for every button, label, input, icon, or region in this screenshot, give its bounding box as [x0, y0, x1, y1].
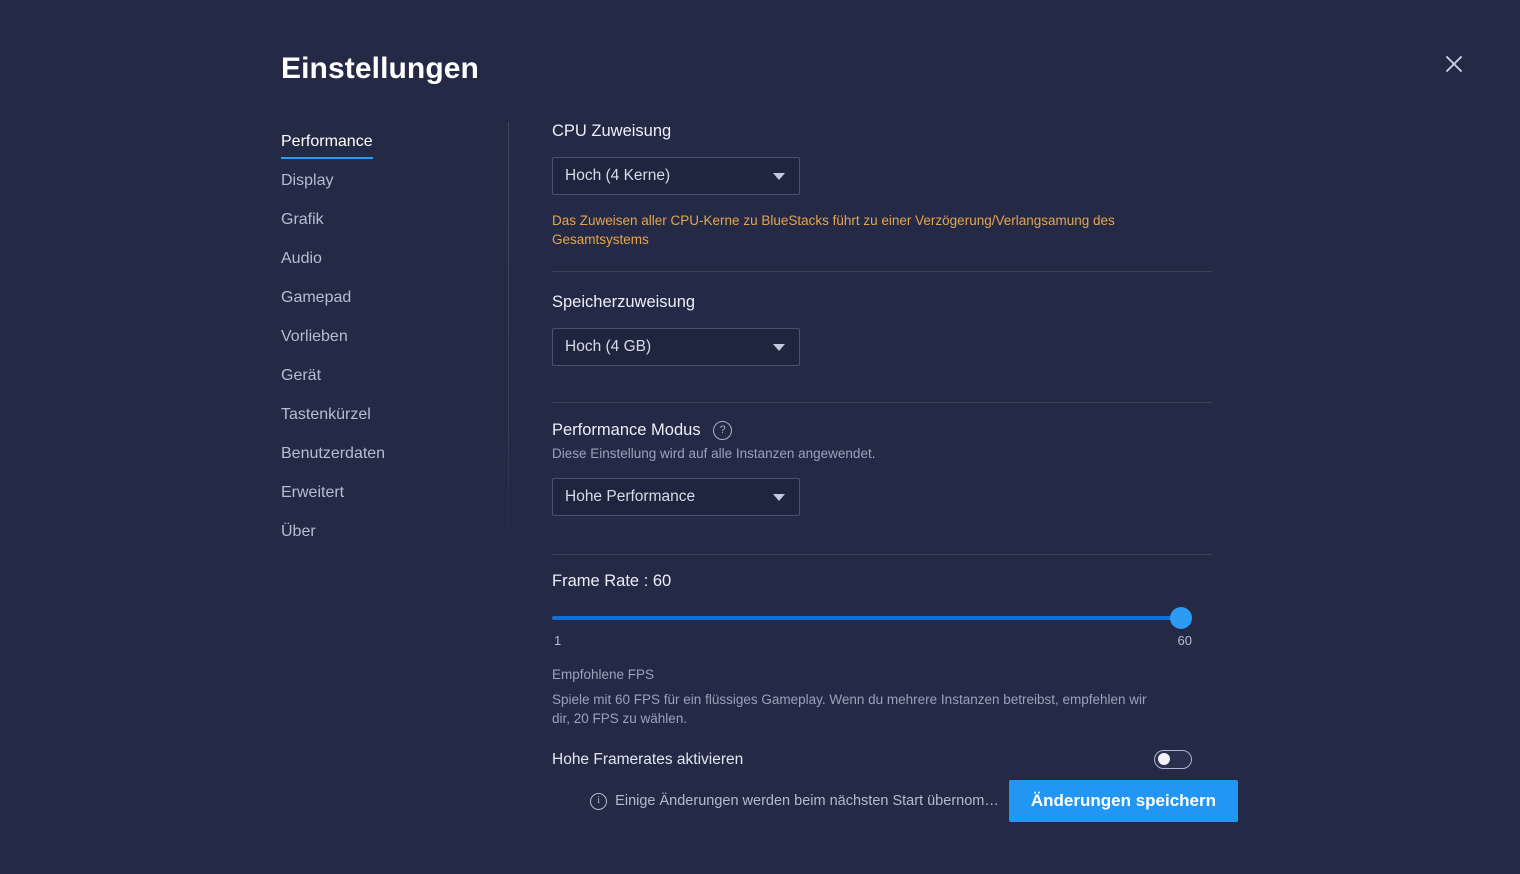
sidebar-item-geraet[interactable]: Gerät: [281, 364, 491, 403]
sidebar-item-display[interactable]: Display: [281, 169, 491, 208]
footer-note-text: Einige Änderungen werden beim nächsten S…: [615, 793, 999, 809]
footer-note: i Einige Änderungen werden beim nächsten…: [590, 792, 999, 810]
question-mark-icon[interactable]: ?: [713, 421, 733, 440]
settings-sidebar: Performance Display Grafik Audio Gamepad…: [281, 130, 491, 559]
sidebar-item-label: Erweitert: [281, 484, 345, 501]
sidebar-item-label: Tastenkürzel: [281, 406, 371, 423]
sidebar-item-label: Performance: [281, 130, 373, 159]
section-divider: [552, 554, 1212, 555]
sidebar-item-label: Grafik: [281, 211, 324, 228]
close-icon: [1446, 56, 1462, 72]
sidebar-item-performance[interactable]: Performance: [281, 130, 491, 169]
slider-fill: [552, 616, 1181, 620]
sidebar-item-grafik[interactable]: Grafik: [281, 208, 491, 247]
memory-allocation-label: Speicherzuweisung: [552, 293, 696, 311]
sidebar-item-label: Audio: [281, 250, 322, 267]
sidebar-item-ueber[interactable]: Über: [281, 520, 491, 559]
performance-mode-label-text: Performance Modus: [552, 421, 701, 439]
memory-allocation-dropdown[interactable]: Hoch (4 GB): [552, 328, 800, 366]
sidebar-item-benutzerdaten[interactable]: Benutzerdaten: [281, 442, 491, 481]
recommended-fps-title: Empfohlene FPS: [552, 667, 655, 682]
slider-min-label: 1: [554, 633, 562, 648]
sidebar-item-label: Gamepad: [281, 289, 352, 306]
sidebar-item-label: Gerät: [281, 367, 322, 384]
high-framerate-label: Hohe Framerates aktivieren: [552, 750, 744, 768]
dialog-footer: i Einige Änderungen werden beim nächsten…: [552, 780, 1238, 822]
settings-content-panel: CPU Zuweisung Hoch (4 Kerne) Das Zuweise…: [552, 122, 1212, 769]
sidebar-item-label: Über: [281, 523, 316, 540]
high-framerate-toggle[interactable]: [1154, 750, 1192, 769]
info-icon: i: [590, 792, 608, 810]
cpu-allocation-section: CPU Zuweisung Hoch (4 Kerne) Das Zuweise…: [552, 122, 1212, 249]
cpu-allocation-label: CPU Zuweisung: [552, 122, 672, 140]
sidebar-item-label: Display: [281, 172, 334, 189]
chevron-down-icon: [773, 493, 785, 501]
chevron-down-icon: [773, 343, 785, 351]
section-divider: [552, 271, 1212, 272]
toggle-knob: [1157, 753, 1170, 765]
frame-rate-slider[interactable]: [552, 607, 1192, 629]
sidebar-item-audio[interactable]: Audio: [281, 247, 491, 286]
frame-rate-section: Frame Rate : 60 1 60 Empfohlene FPS Spie…: [552, 572, 1212, 769]
sidebar-item-erweitert[interactable]: Erweitert: [281, 481, 491, 520]
memory-allocation-value: Hoch (4 GB): [565, 338, 652, 355]
cpu-allocation-dropdown[interactable]: Hoch (4 Kerne): [552, 157, 800, 195]
performance-mode-dropdown[interactable]: Hohe Performance: [552, 478, 800, 516]
save-changes-button[interactable]: Änderungen speichern: [1008, 780, 1238, 822]
performance-mode-description: Diese Einstellung wird auf alle Instanze…: [552, 446, 876, 461]
close-button[interactable]: [1438, 48, 1470, 80]
recommended-fps-text: Spiele mit 60 FPS für ein flüssiges Game…: [552, 692, 1147, 726]
performance-mode-label: Performance Modus ?: [552, 421, 1212, 440]
sidebar-item-gamepad[interactable]: Gamepad: [281, 286, 491, 325]
frame-rate-label: Frame Rate : 60: [552, 572, 672, 590]
sidebar-item-tastenkuerzel[interactable]: Tastenkürzel: [281, 403, 491, 442]
performance-mode-section: Performance Modus ? Diese Einstellung wi…: [552, 421, 1212, 516]
memory-allocation-section: Speicherzuweisung Hoch (4 GB): [552, 293, 1212, 366]
chevron-down-icon: [773, 172, 785, 180]
sidebar-item-label: Benutzerdaten: [281, 445, 386, 462]
cpu-allocation-warning: Das Zuweisen aller CPU-Kerne zu BlueStac…: [552, 213, 1115, 247]
section-divider: [552, 402, 1212, 403]
sidebar-item-vorlieben[interactable]: Vorlieben: [281, 325, 491, 364]
cpu-allocation-value: Hoch (4 Kerne): [565, 167, 671, 184]
sidebar-content-divider: [508, 122, 509, 547]
page-title: Einstellungen: [281, 52, 479, 85]
slider-max-label: 60: [1177, 633, 1192, 648]
slider-handle[interactable]: [1170, 607, 1192, 629]
slider-range-labels: 1 60: [552, 633, 1192, 651]
performance-mode-value: Hohe Performance: [565, 488, 696, 505]
high-framerate-row: Hohe Framerates aktivieren: [552, 750, 1192, 769]
sidebar-item-label: Vorlieben: [281, 328, 348, 345]
